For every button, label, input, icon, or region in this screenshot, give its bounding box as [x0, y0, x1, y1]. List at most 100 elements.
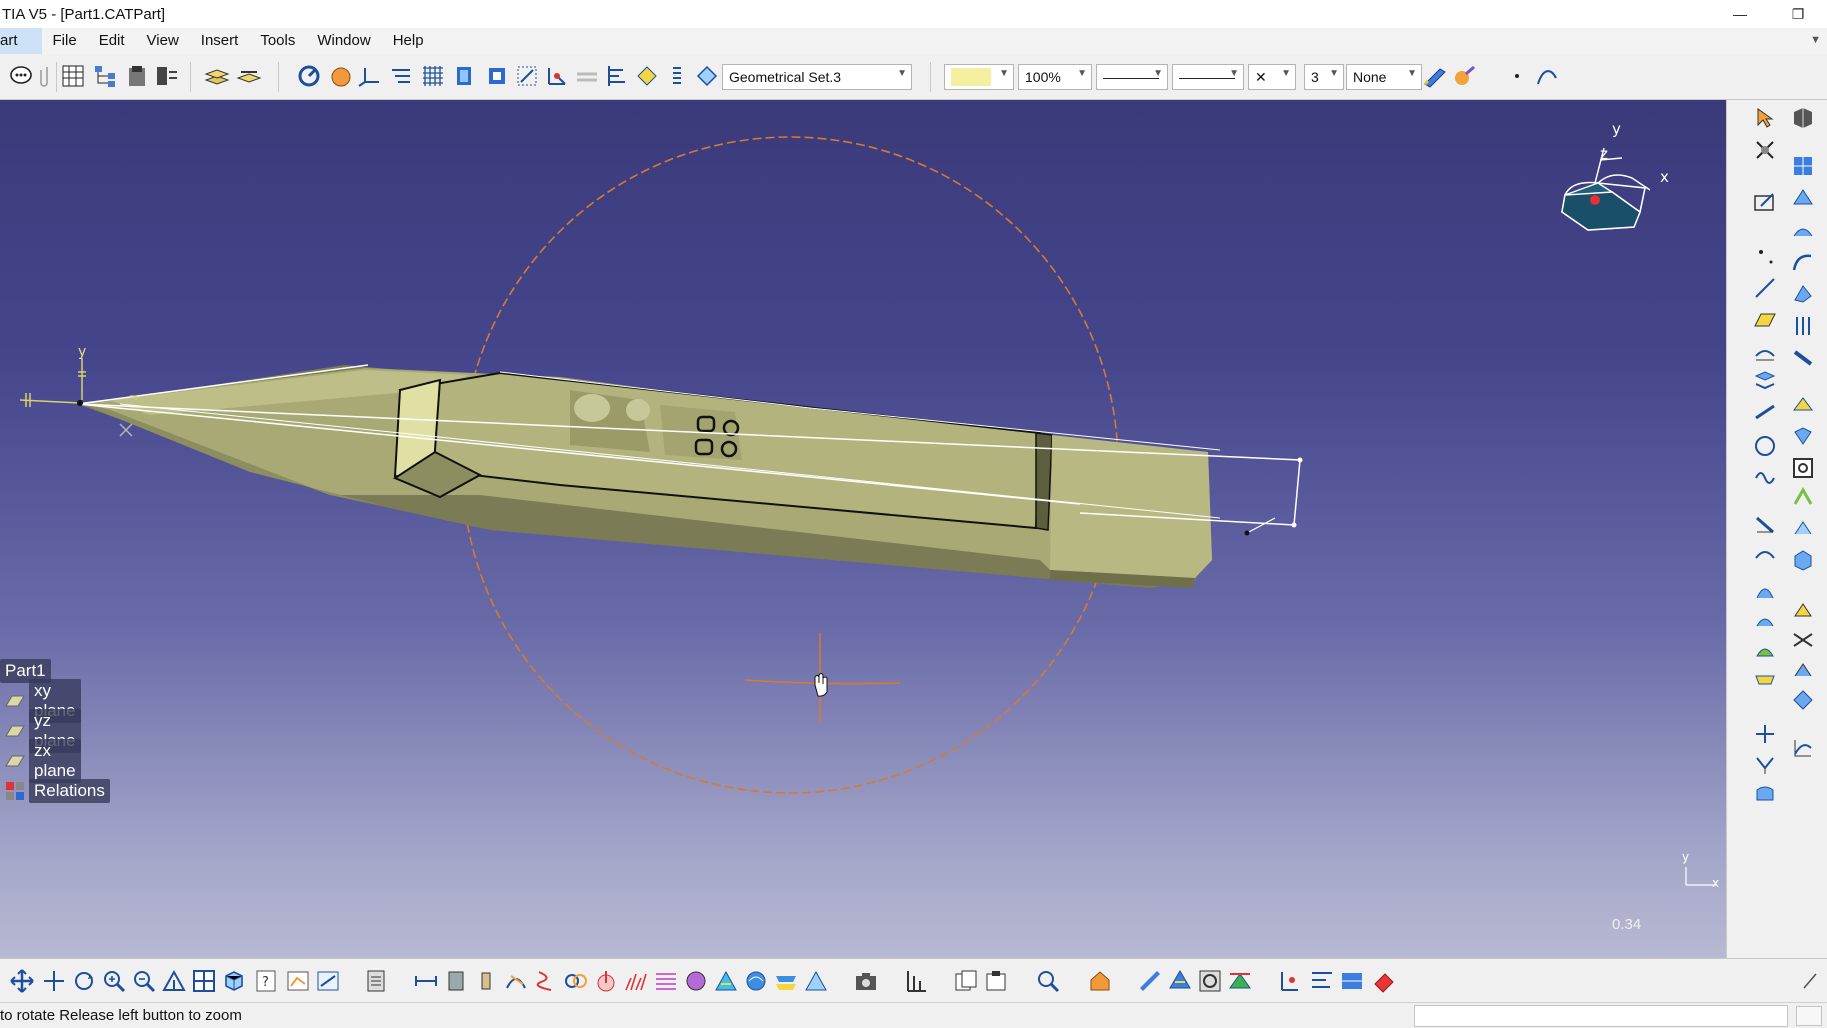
quick-select-icon[interactable]: [1034, 967, 1062, 995]
spline-tool-icon[interactable]: [1751, 464, 1779, 492]
revolve-icon[interactable]: [1789, 218, 1817, 246]
restore-button[interactable]: ❐: [1769, 0, 1827, 28]
align-icon[interactable]: [604, 63, 630, 89]
measure-inertia-icon[interactable]: [472, 967, 500, 995]
work-on-support-icon[interactable]: [452, 63, 478, 89]
sketch-icon[interactable]: [1751, 188, 1779, 216]
reflect-lines-icon[interactable]: [652, 967, 680, 995]
minimize-button[interactable]: —: [1711, 0, 1769, 28]
line-tool-icon[interactable]: [1751, 274, 1779, 302]
eraser-icon[interactable]: [1370, 967, 1398, 995]
thick-surface-icon[interactable]: [1789, 422, 1817, 450]
list-icon[interactable]: [664, 63, 690, 89]
rotate-icon[interactable]: [70, 967, 98, 995]
repeat-icon[interactable]: [1789, 104, 1817, 132]
chat-icon[interactable]: [8, 63, 34, 89]
measure-item-icon[interactable]: [442, 967, 470, 995]
translate-icon[interactable]: [1789, 596, 1817, 624]
fit-all-icon[interactable]: [8, 967, 36, 995]
layer-dropdown[interactable]: 3 ▼: [1304, 64, 1344, 90]
status-corner-button[interactable]: [1796, 1006, 1822, 1026]
tools-icon[interactable]: [1751, 136, 1779, 164]
grid-icon[interactable]: [420, 63, 446, 89]
geometrical-set-icon[interactable]: [694, 63, 720, 89]
annotation-icon[interactable]: [1136, 967, 1164, 995]
zoom-out-icon[interactable]: [130, 967, 158, 995]
join-icon[interactable]: [1789, 514, 1817, 542]
extract-icon[interactable]: [1789, 484, 1817, 512]
tree-node-zx-plane[interactable]: zx plane: [4, 739, 81, 783]
environment-mapping-icon[interactable]: [682, 967, 710, 995]
point-tool-icon[interactable]: [1751, 242, 1779, 270]
plane-tool-icon[interactable]: [1751, 306, 1779, 334]
select-arrow-icon[interactable]: [1751, 104, 1779, 132]
tree-node-relations[interactable]: Relations: [4, 778, 110, 804]
painter-icon[interactable]: [1422, 63, 1448, 89]
offset-icon[interactable]: [1789, 392, 1817, 420]
multi-section-icon[interactable]: [1789, 312, 1817, 340]
structure-icon[interactable]: [1226, 967, 1254, 995]
hand-icon[interactable]: [328, 63, 354, 89]
extrude-surface-icon[interactable]: [1789, 184, 1817, 212]
axis-icon[interactable]: [1751, 720, 1779, 748]
project-icon[interactable]: [1751, 780, 1779, 808]
part-geometry[interactable]: [0, 100, 1726, 958]
catalog-bottom-icon[interactable]: [1338, 967, 1366, 995]
constraint-icon[interactable]: [544, 63, 570, 89]
menu-overflow-icon[interactable]: ▼: [1810, 34, 1821, 46]
menu-tools[interactable]: Tools: [249, 28, 306, 54]
affinity-icon[interactable]: [1789, 686, 1817, 714]
connect-curve-icon[interactable]: [1751, 544, 1779, 572]
spline-icon[interactable]: [1534, 63, 1560, 89]
zoom-in-icon[interactable]: [100, 967, 128, 995]
surface-icon[interactable]: [1789, 152, 1817, 180]
fix-together-icon[interactable]: [574, 63, 600, 89]
sweep-surface-icon[interactable]: [1751, 606, 1779, 634]
layer-filter-dropdown[interactable]: None ▼: [1346, 64, 1422, 90]
corner-icon[interactable]: [1751, 512, 1779, 540]
measure-between-icon[interactable]: [412, 967, 440, 995]
menu-file[interactable]: File: [42, 28, 88, 54]
color-dropdown[interactable]: ▼: [944, 64, 1014, 90]
knowledge-icon[interactable]: [1086, 967, 1114, 995]
menu-help[interactable]: Help: [382, 28, 435, 54]
sweep-icon[interactable]: [1789, 248, 1817, 276]
dimension-icon[interactable]: [902, 967, 930, 995]
point-icon[interactable]: [1504, 63, 1530, 89]
tree-structure-icon[interactable]: [92, 63, 118, 89]
copy-icon[interactable]: [952, 967, 980, 995]
graphic-properties-icon[interactable]: [1452, 63, 1478, 89]
macro-icon[interactable]: [362, 967, 390, 995]
axis-system-icon[interactable]: [356, 63, 382, 89]
line-type-dropdown[interactable]: ———— ▼: [1096, 64, 1168, 90]
analysis-icon[interactable]: [634, 63, 660, 89]
symmetry-icon[interactable]: [1789, 626, 1817, 654]
parallel-curve-icon[interactable]: [1751, 398, 1779, 426]
boundary-icon[interactable]: [1789, 454, 1817, 482]
zoom-dropdown[interactable]: 100% ▼: [1018, 64, 1092, 90]
hierarchy-icon[interactable]: [388, 63, 414, 89]
isophote-icon[interactable]: [802, 967, 830, 995]
intersection-icon[interactable]: [1751, 750, 1779, 778]
hide-show-icon[interactable]: ?: [252, 967, 280, 995]
point-symbol-dropdown[interactable]: ✕ ▼: [1248, 64, 1296, 90]
hierarchy-bottom-icon[interactable]: [1308, 967, 1336, 995]
constraints-bottom-icon[interactable]: [1276, 967, 1304, 995]
highlight-lines-icon[interactable]: [712, 967, 740, 995]
menu-window[interactable]: Window: [306, 28, 381, 54]
shading-icon[interactable]: [314, 967, 342, 995]
bottom-overflow-icon[interactable]: [1796, 967, 1824, 995]
snap-icon[interactable]: [484, 63, 510, 89]
curvature-icon[interactable]: [532, 967, 560, 995]
parameters-icon[interactable]: [154, 63, 180, 89]
layers-select-icon[interactable]: [236, 63, 262, 89]
line-thickness-dropdown[interactable]: ———— ▼: [1172, 64, 1244, 90]
porcupine-icon[interactable]: [622, 967, 650, 995]
projection-icon[interactable]: [1751, 338, 1779, 366]
fill-icon[interactable]: [1789, 280, 1817, 308]
multi-section-surface-icon[interactable]: [1751, 666, 1779, 694]
menu-edit[interactable]: Edit: [88, 28, 136, 54]
iso-view-icon[interactable]: [220, 967, 248, 995]
surfacic-curvature-icon[interactable]: [742, 967, 770, 995]
scan-icon[interactable]: [1166, 967, 1194, 995]
